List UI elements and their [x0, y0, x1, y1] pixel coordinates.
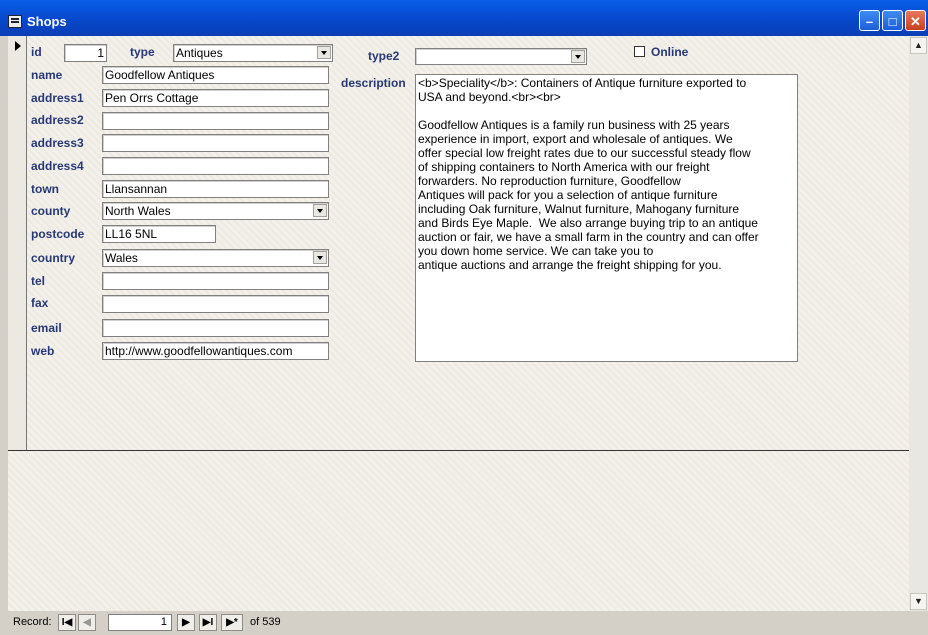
title-bar[interactable]: Shops – □ ✕: [0, 0, 928, 36]
first-record-button[interactable]: I◀: [58, 614, 76, 631]
fax-field[interactable]: [102, 295, 329, 313]
address3-field[interactable]: [102, 134, 329, 152]
type-combobox[interactable]: Antiques: [173, 44, 333, 62]
description-field[interactable]: <b>Speciality</b>: Containers of Antique…: [415, 74, 798, 362]
online-label: Online: [651, 45, 689, 59]
address2-field[interactable]: [102, 112, 329, 130]
previous-record-button[interactable]: ◀: [78, 614, 96, 631]
address1-field[interactable]: Pen Orrs Cottage: [102, 89, 329, 107]
type-label: type: [130, 45, 155, 59]
form-icon[interactable]: [8, 15, 22, 28]
country-label: country: [31, 251, 76, 265]
county-label: county: [31, 204, 71, 218]
new-record-button[interactable]: ▶*: [221, 614, 243, 631]
county-dropdown-arrow-icon[interactable]: [313, 204, 327, 217]
id-field[interactable]: 1: [64, 44, 107, 62]
id-label: id: [31, 45, 42, 59]
type2-label: type2: [368, 49, 400, 63]
name-label: name: [31, 68, 63, 82]
scroll-up-icon[interactable]: ▲: [910, 37, 927, 54]
type2-combobox[interactable]: [415, 48, 587, 65]
address2-label: address2: [31, 113, 84, 127]
type2-dropdown-arrow-icon[interactable]: [571, 50, 585, 63]
current-record-arrow-icon: [15, 41, 21, 51]
close-button[interactable]: ✕: [905, 10, 926, 31]
maximize-button[interactable]: □: [882, 10, 903, 31]
window-title: Shops: [27, 14, 67, 29]
address1-label: address1: [31, 91, 84, 105]
last-record-button[interactable]: ▶I: [199, 614, 217, 631]
record-label: Record:: [13, 616, 52, 628]
county-value: North Wales: [105, 204, 171, 218]
email-label: email: [31, 321, 62, 335]
fax-label: fax: [31, 296, 49, 310]
town-field[interactable]: Llansannan: [102, 180, 329, 198]
tel-label: tel: [31, 274, 46, 288]
address3-label: address3: [31, 136, 84, 150]
next-record-button[interactable]: ▶: [177, 614, 195, 631]
country-combobox[interactable]: Wales: [102, 249, 329, 267]
country-dropdown-arrow-icon[interactable]: [313, 251, 327, 264]
record-count: of 539: [250, 616, 281, 628]
web-label: web: [31, 344, 55, 358]
name-field[interactable]: Goodfellow Antiques: [102, 66, 329, 84]
town-label: town: [31, 182, 59, 196]
email-field[interactable]: [102, 319, 329, 337]
description-label: description: [341, 76, 406, 90]
postcode-label: postcode: [31, 227, 85, 241]
minimize-button[interactable]: –: [859, 10, 880, 31]
online-checkbox[interactable]: [634, 46, 645, 57]
record-selector[interactable]: [8, 36, 27, 450]
country-value: Wales: [105, 251, 138, 265]
record-number-input[interactable]: 1: [108, 614, 172, 631]
vertical-scrollbar[interactable]: ▲ ▼: [909, 36, 928, 611]
postcode-field[interactable]: LL16 5NL: [102, 225, 216, 243]
type-dropdown-arrow-icon[interactable]: [317, 46, 331, 59]
form-detail: id 1 type Antiques type2 Online name Goo…: [8, 36, 909, 611]
section-divider: [8, 450, 909, 451]
tel-field[interactable]: [102, 272, 329, 290]
county-combobox[interactable]: North Wales: [102, 202, 329, 220]
address4-field[interactable]: [102, 157, 329, 175]
type-value: Antiques: [176, 46, 223, 60]
record-navigation-bar: Record: I◀ ◀ 1 ▶ ▶I ▶* of 539: [0, 611, 928, 635]
web-field[interactable]: http://www.goodfellowantiques.com: [102, 342, 329, 360]
scroll-down-icon[interactable]: ▼: [910, 593, 927, 610]
address4-label: address4: [31, 159, 84, 173]
